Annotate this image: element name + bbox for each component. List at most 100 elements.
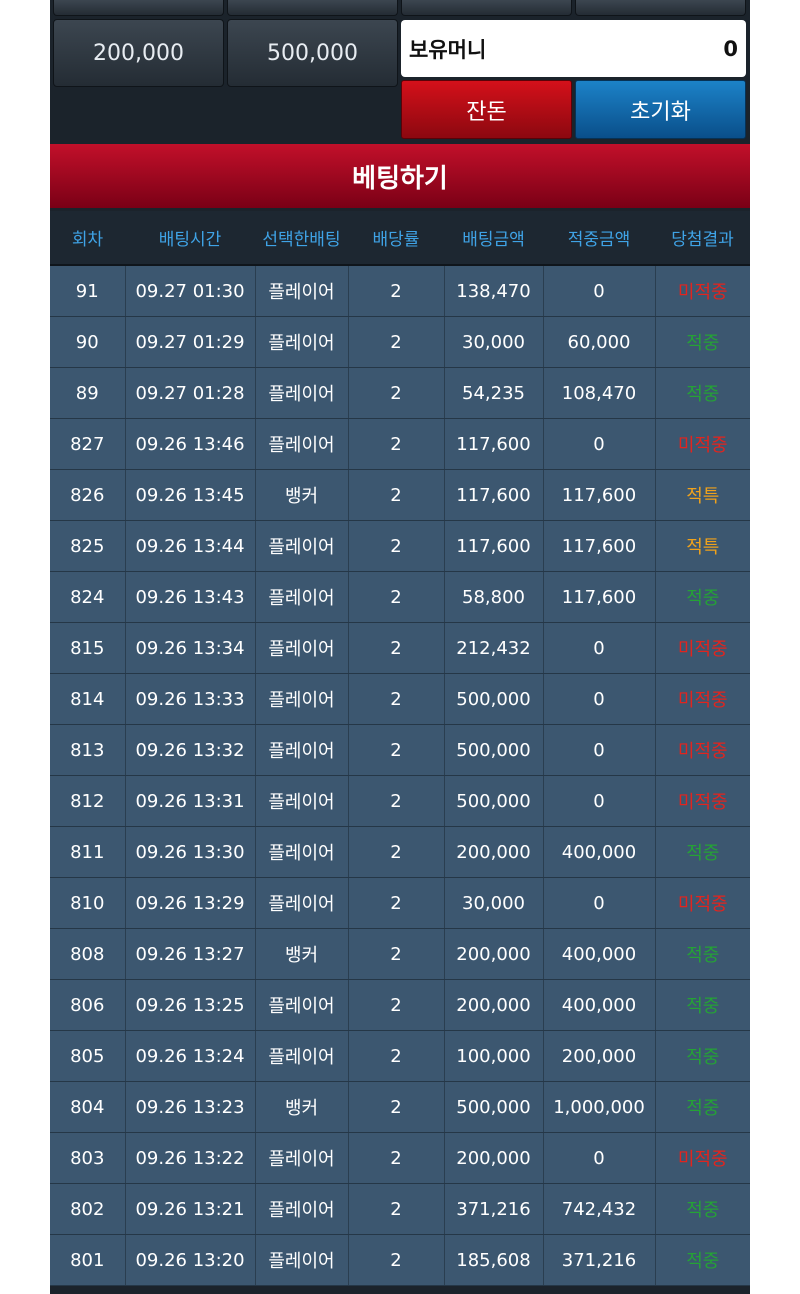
cell-odds: 2 <box>348 265 445 317</box>
table-row: 808 09.26 13:27 뱅커 2 200,000 400,000 적중 <box>50 928 750 980</box>
chip-button-500000[interactable]: 500,000 <box>227 19 398 87</box>
cell-win-amount: 0 <box>543 418 656 470</box>
cell-result: 미적중 <box>655 265 750 317</box>
header-result: 당첨결과 <box>655 211 750 266</box>
table-row: 827 09.26 13:46 플레이어 2 117,600 0 미적중 <box>50 418 750 470</box>
cell-result: 미적중 <box>655 418 750 470</box>
chip-button-top-2[interactable] <box>227 0 398 16</box>
cell-odds: 2 <box>348 979 445 1031</box>
cell-bet-amount: 500,000 <box>444 1081 544 1133</box>
cell-win-amount: 117,600 <box>543 469 656 521</box>
cell-round: 815 <box>50 622 126 674</box>
cell-round: 808 <box>50 928 126 980</box>
cell-time: 09.26 13:46 <box>125 418 256 470</box>
cell-odds: 2 <box>348 775 445 827</box>
cell-win-amount: 400,000 <box>543 826 656 878</box>
chip-button-top-4[interactable] <box>575 0 746 16</box>
cell-pick: 플레이어 <box>255 1030 349 1082</box>
cell-result: 미적중 <box>655 673 750 725</box>
header-round: 회차 <box>50 211 125 266</box>
cell-pick: 플레이어 <box>255 877 349 929</box>
cell-pick: 플레이어 <box>255 316 349 368</box>
cell-bet-amount: 54,235 <box>444 367 544 419</box>
cell-time: 09.26 13:45 <box>125 469 256 521</box>
cell-odds: 2 <box>348 571 445 623</box>
cell-result: 미적중 <box>655 775 750 827</box>
table-row: 824 09.26 13:43 플레이어 2 58,800 117,600 적중 <box>50 571 750 623</box>
cell-win-amount: 117,600 <box>543 520 656 572</box>
cell-round: 826 <box>50 469 126 521</box>
cell-bet-amount: 371,216 <box>444 1183 544 1235</box>
cell-odds: 2 <box>348 1081 445 1133</box>
cell-round: 810 <box>50 877 126 929</box>
table-row: 91 09.27 01:30 플레이어 2 138,470 0 미적중 <box>50 265 750 317</box>
cell-time: 09.26 13:29 <box>125 877 256 929</box>
cell-result: 적중 <box>655 1030 750 1082</box>
cell-round: 824 <box>50 571 126 623</box>
cell-result: 적특 <box>655 469 750 521</box>
cell-time: 09.27 01:28 <box>125 367 256 419</box>
cell-pick: 뱅커 <box>255 1081 349 1133</box>
cell-bet-amount: 138,470 <box>444 265 544 317</box>
cell-pick: 플레이어 <box>255 367 349 419</box>
cell-win-amount: 1,000,000 <box>543 1081 656 1133</box>
cell-win-amount: 0 <box>543 877 656 929</box>
cell-win-amount: 0 <box>543 1132 656 1184</box>
cell-result: 적중 <box>655 1183 750 1235</box>
place-bet-header[interactable]: 베팅하기 <box>50 144 750 208</box>
cell-bet-amount: 100,000 <box>444 1030 544 1082</box>
cell-time: 09.26 13:21 <box>125 1183 256 1235</box>
cell-result: 적중 <box>655 316 750 368</box>
section-title: 베팅하기 <box>352 163 448 194</box>
cell-odds: 2 <box>348 724 445 776</box>
cell-result: 적중 <box>655 928 750 980</box>
chip-button-top-1[interactable] <box>53 0 224 16</box>
cell-odds: 2 <box>348 316 445 368</box>
cell-pick: 플레이어 <box>255 1183 349 1235</box>
cell-win-amount: 60,000 <box>543 316 656 368</box>
cell-bet-amount: 185,608 <box>444 1234 544 1286</box>
table-row: 810 09.26 13:29 플레이어 2 30,000 0 미적중 <box>50 877 750 929</box>
cell-round: 806 <box>50 979 126 1031</box>
cell-time: 09.26 13:25 <box>125 979 256 1031</box>
chip-button-top-3[interactable] <box>401 0 572 16</box>
cell-bet-amount: 500,000 <box>444 724 544 776</box>
cell-pick: 플레이어 <box>255 418 349 470</box>
cell-bet-amount: 212,432 <box>444 622 544 674</box>
cell-result: 미적중 <box>655 622 750 674</box>
header-win-amount: 적중금액 <box>543 211 655 266</box>
table-row: 811 09.26 13:30 플레이어 2 200,000 400,000 적중 <box>50 826 750 878</box>
cell-pick: 플레이어 <box>255 520 349 572</box>
cell-pick: 플레이어 <box>255 979 349 1031</box>
table-header-row: 회차 배팅시간 선택한배팅 배당률 배팅금액 적중금액 당첨결과 <box>50 211 750 266</box>
cell-round: 801 <box>50 1234 126 1286</box>
cell-bet-amount: 500,000 <box>444 673 544 725</box>
cell-round: 825 <box>50 520 126 572</box>
header-bet-amount: 배팅금액 <box>444 211 543 266</box>
balance-display: 보유머니 0 <box>401 20 746 77</box>
cell-odds: 2 <box>348 1183 445 1235</box>
cell-time: 09.26 13:31 <box>125 775 256 827</box>
cell-result: 적중 <box>655 1081 750 1133</box>
balance-value: 0 <box>723 36 738 61</box>
reset-button[interactable]: 초기화 <box>575 80 746 139</box>
cell-win-amount: 371,216 <box>543 1234 656 1286</box>
change-button[interactable]: 잔돈 <box>401 80 572 139</box>
cell-time: 09.27 01:29 <box>125 316 256 368</box>
cell-odds: 2 <box>348 928 445 980</box>
cell-pick: 뱅커 <box>255 928 349 980</box>
cell-round: 805 <box>50 1030 126 1082</box>
chip-button-200000[interactable]: 200,000 <box>53 19 224 87</box>
table-body: 91 09.27 01:30 플레이어 2 138,470 0 미적중 90 09.27 01:… <box>50 265 750 1286</box>
table-row: 801 09.26 13:20 플레이어 2 185,608 371,216 적중 <box>50 1234 750 1286</box>
cell-pick: 플레이어 <box>255 1132 349 1184</box>
cell-win-amount: 0 <box>543 724 656 776</box>
bet-history-table: 회차 배팅시간 선택한배팅 배당률 배팅금액 적중금액 당첨결과 91 09.27… <box>50 211 750 1286</box>
cell-odds: 2 <box>348 1234 445 1286</box>
cell-result: 적특 <box>655 520 750 572</box>
cell-win-amount: 400,000 <box>543 979 656 1031</box>
cell-odds: 2 <box>348 877 445 929</box>
table-row: 802 09.26 13:21 플레이어 2 371,216 742,432 적중 <box>50 1183 750 1235</box>
reset-button-label: 초기화 <box>630 99 691 125</box>
cell-result: 미적중 <box>655 724 750 776</box>
